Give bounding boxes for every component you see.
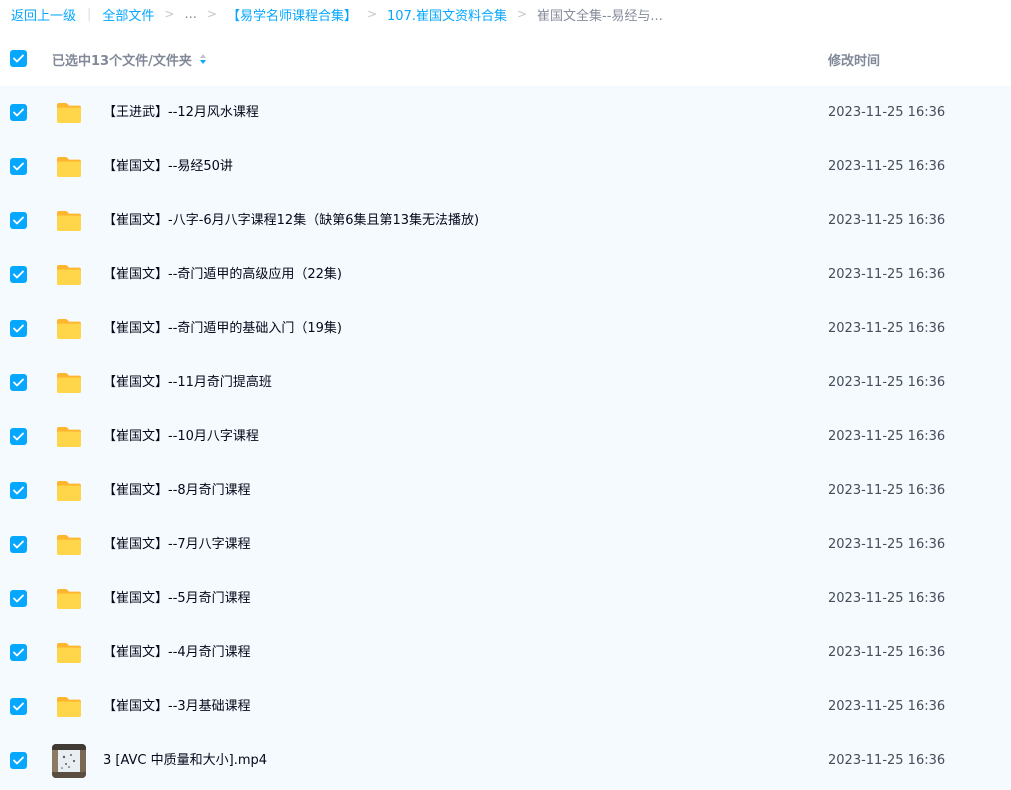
back-link[interactable]: 返回上一级 bbox=[11, 5, 76, 24]
file-modified-time: 2023-11-25 16:36 bbox=[828, 321, 946, 336]
folder-icon bbox=[55, 371, 83, 395]
row-checkbox[interactable] bbox=[10, 374, 27, 391]
file-name[interactable]: 3 [AVC 中质量和大小].mp4 bbox=[103, 734, 267, 788]
breadcrumb-level1[interactable]: 【易学名师课程合集】 bbox=[227, 5, 357, 24]
chevron-right-icon: > bbox=[366, 7, 378, 21]
file-name[interactable]: 【崔国文】--4月奇门课程 bbox=[103, 626, 251, 680]
file-name[interactable]: 【崔国文】--5月奇门课程 bbox=[103, 572, 251, 626]
file-name[interactable]: 【崔国文】--3月基础课程 bbox=[103, 680, 251, 734]
file-modified-time: 2023-11-25 16:36 bbox=[828, 429, 946, 444]
file-modified-time: 2023-11-25 16:36 bbox=[828, 699, 946, 714]
checkmark-icon bbox=[13, 486, 24, 495]
folder-icon bbox=[55, 263, 83, 287]
file-row[interactable]: 【崔国文】-八字-6月八字课程12集（缺第6集且第13集无法播放) 2023-11… bbox=[0, 194, 1011, 248]
file-name[interactable]: 【崔国文】--11月奇门提高班 bbox=[103, 356, 272, 410]
file-row[interactable]: 【崔国文】--7月八字课程 2023-11-25 16:36 bbox=[0, 518, 1011, 572]
checkmark-icon bbox=[13, 378, 24, 387]
file-modified-time: 2023-11-25 16:36 bbox=[828, 159, 946, 174]
file-name[interactable]: 【王进武】--12月风水课程 bbox=[103, 86, 259, 140]
modified-time-header[interactable]: 修改时间 bbox=[828, 50, 880, 69]
file-row[interactable]: 【崔国文】--易经50讲 2023-11-25 16:36 bbox=[0, 140, 1011, 194]
file-row[interactable]: 【王进武】--12月风水课程 2023-11-25 16:36 bbox=[0, 86, 1011, 140]
chevron-right-icon: > bbox=[206, 7, 217, 21]
breadcrumb-all-files[interactable]: 全部文件 bbox=[102, 5, 154, 24]
checkmark-icon bbox=[13, 540, 24, 549]
sort-icon[interactable] bbox=[199, 54, 206, 64]
checkmark-icon bbox=[13, 648, 24, 657]
file-modified-time: 2023-11-25 16:36 bbox=[828, 645, 946, 660]
breadcrumb-divider: | bbox=[87, 6, 92, 22]
file-modified-time: 2023-11-25 16:36 bbox=[828, 753, 946, 768]
file-name[interactable]: 【崔国文】--8月奇门课程 bbox=[103, 464, 251, 518]
file-name[interactable]: 【崔国文】--10月八字课程 bbox=[103, 410, 259, 464]
breadcrumb: 返回上一级 | 全部文件 > ... > 【易学名师课程合集】 > 107.崔国… bbox=[0, 0, 1011, 28]
folder-icon bbox=[55, 479, 83, 503]
file-modified-time: 2023-11-25 16:36 bbox=[828, 213, 946, 228]
file-row[interactable]: 【崔国文】--3月基础课程 2023-11-25 16:36 bbox=[0, 680, 1011, 734]
row-checkbox[interactable] bbox=[10, 158, 27, 175]
checkmark-icon bbox=[13, 756, 24, 765]
file-row[interactable]: 【崔国文】--5月奇门课程 2023-11-25 16:36 bbox=[0, 572, 1011, 626]
file-modified-time: 2023-11-25 16:36 bbox=[828, 375, 946, 390]
checkmark-icon bbox=[13, 216, 24, 225]
row-checkbox[interactable] bbox=[10, 212, 27, 229]
file-row[interactable]: 【崔国文】--奇门遁甲的高级应用（22集) 2023-11-25 16:36 bbox=[0, 248, 1011, 302]
file-name[interactable]: 【崔国文】--奇门遁甲的高级应用（22集) bbox=[103, 248, 342, 302]
row-checkbox[interactable] bbox=[10, 266, 27, 283]
checkmark-icon bbox=[13, 702, 24, 711]
file-modified-time: 2023-11-25 16:36 bbox=[828, 483, 946, 498]
breadcrumb-level2[interactable]: 107.崔国文资料合集 bbox=[387, 5, 507, 24]
file-list: 【王进武】--12月风水课程 2023-11-25 16:36 【崔国文】--易经5… bbox=[0, 86, 1011, 790]
video-thumbnail-icon bbox=[52, 744, 86, 778]
selection-count-text: 已选中13个文件/文件夹 bbox=[52, 53, 192, 69]
folder-icon bbox=[55, 425, 83, 449]
row-checkbox[interactable] bbox=[10, 482, 27, 499]
file-name[interactable]: 【崔国文】--7月八字课程 bbox=[103, 518, 251, 572]
list-header: 已选中13个文件/文件夹 修改时间 bbox=[0, 32, 1011, 86]
chevron-right-icon: > bbox=[516, 7, 528, 21]
folder-icon bbox=[55, 101, 83, 125]
checkmark-icon bbox=[13, 594, 24, 603]
row-checkbox[interactable] bbox=[10, 104, 27, 121]
checkmark-icon bbox=[13, 432, 24, 441]
folder-icon bbox=[55, 533, 83, 557]
file-name[interactable]: 【崔国文】--奇门遁甲的基础入门（19集) bbox=[103, 302, 342, 356]
file-modified-time: 2023-11-25 16:36 bbox=[828, 105, 946, 120]
breadcrumb-current: 崔国文全集--易经与... bbox=[537, 8, 663, 24]
row-checkbox[interactable] bbox=[10, 590, 27, 607]
selection-count-label[interactable]: 已选中13个文件/文件夹 bbox=[52, 50, 206, 69]
folder-icon bbox=[55, 695, 83, 719]
row-checkbox[interactable] bbox=[10, 320, 27, 337]
file-modified-time: 2023-11-25 16:36 bbox=[828, 591, 946, 606]
file-row[interactable]: 【崔国文】--8月奇门课程 2023-11-25 16:36 bbox=[0, 464, 1011, 518]
file-name[interactable]: 【崔国文】-八字-6月八字课程12集（缺第6集且第13集无法播放) bbox=[103, 194, 479, 248]
folder-icon bbox=[55, 209, 83, 233]
file-name[interactable]: 【崔国文】--易经50讲 bbox=[103, 140, 233, 194]
breadcrumb-ellipsis[interactable]: ... bbox=[184, 7, 196, 22]
row-checkbox[interactable] bbox=[10, 428, 27, 445]
file-row[interactable]: 【崔国文】--4月奇门课程 2023-11-25 16:36 bbox=[0, 626, 1011, 680]
checkmark-icon bbox=[13, 108, 24, 117]
checkmark-icon bbox=[13, 162, 24, 171]
checkmark-icon bbox=[13, 324, 24, 333]
folder-icon bbox=[55, 317, 83, 341]
checkmark-icon bbox=[13, 270, 24, 279]
row-checkbox[interactable] bbox=[10, 536, 27, 553]
chevron-right-icon: > bbox=[164, 7, 175, 21]
file-modified-time: 2023-11-25 16:36 bbox=[828, 267, 946, 282]
select-all-checkbox[interactable] bbox=[10, 50, 27, 67]
checkmark-icon bbox=[13, 54, 24, 63]
folder-icon bbox=[55, 155, 83, 179]
row-checkbox[interactable] bbox=[10, 752, 27, 769]
file-row[interactable]: 【崔国文】--奇门遁甲的基础入门（19集) 2023-11-25 16:36 bbox=[0, 302, 1011, 356]
row-checkbox[interactable] bbox=[10, 698, 27, 715]
file-row[interactable]: 【崔国文】--10月八字课程 2023-11-25 16:36 bbox=[0, 410, 1011, 464]
folder-icon bbox=[55, 641, 83, 665]
folder-icon bbox=[55, 587, 83, 611]
file-row[interactable]: 3 [AVC 中质量和大小].mp4 2023-11-25 16:36 bbox=[0, 734, 1011, 788]
file-row[interactable]: 【崔国文】--11月奇门提高班 2023-11-25 16:36 bbox=[0, 356, 1011, 410]
file-modified-time: 2023-11-25 16:36 bbox=[828, 537, 946, 552]
row-checkbox[interactable] bbox=[10, 644, 27, 661]
